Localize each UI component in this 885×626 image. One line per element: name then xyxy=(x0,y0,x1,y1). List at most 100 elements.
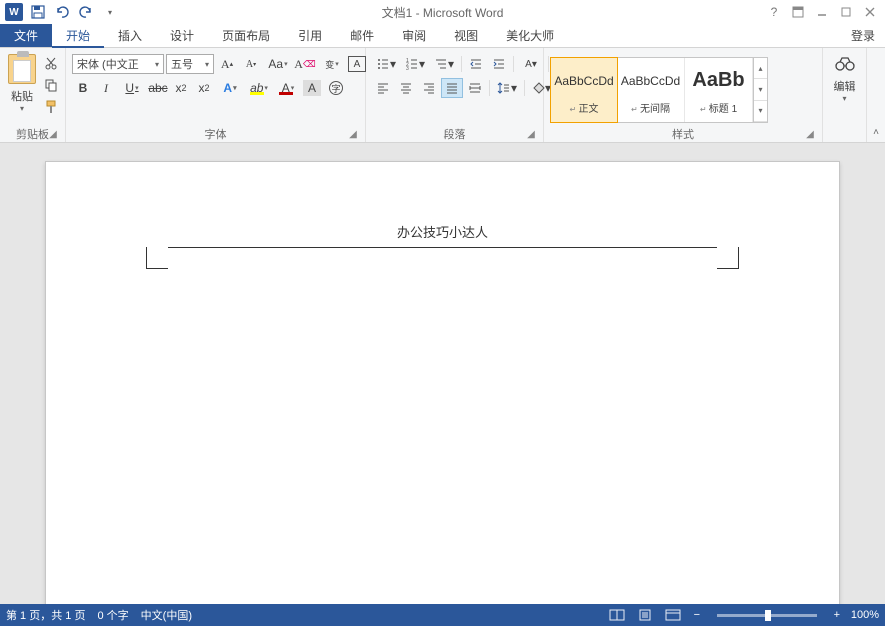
multilevel-list-button[interactable]: ▾ xyxy=(430,54,458,74)
paste-button[interactable]: 粘贴 ▾ xyxy=(4,50,40,113)
page[interactable]: 办公技巧小达人 xyxy=(45,161,840,604)
style-heading1[interactable]: AaBb 标题 1 xyxy=(685,58,753,122)
close-button[interactable] xyxy=(861,3,879,21)
paste-label: 粘贴 xyxy=(11,88,33,104)
save-button[interactable] xyxy=(28,2,48,22)
tab-beautify[interactable]: 美化大师 xyxy=(492,24,568,47)
font-name-combo[interactable]: 宋体 (中文正▾ xyxy=(72,54,164,74)
editing-label: 编辑 xyxy=(834,78,856,94)
bold-button[interactable]: B xyxy=(72,78,94,98)
tab-page-layout[interactable]: 页面布局 xyxy=(208,24,284,47)
quick-access-toolbar: W ▾ xyxy=(0,2,120,22)
increase-font-button[interactable]: A▴ xyxy=(216,54,238,74)
dialog-launcher[interactable]: ◢ xyxy=(525,129,537,141)
style-normal[interactable]: AaBbCcDd 正文 xyxy=(550,57,618,123)
align-justify-button[interactable] xyxy=(441,78,463,98)
tab-references[interactable]: 引用 xyxy=(284,24,336,47)
dialog-launcher[interactable]: ◢ xyxy=(347,129,359,141)
qat-customize-button[interactable]: ▾ xyxy=(100,2,120,22)
gallery-up-button[interactable]: ▴ xyxy=(754,58,767,79)
text-effects-button[interactable]: A▾ xyxy=(216,78,244,98)
tab-review[interactable]: 审阅 xyxy=(388,24,440,47)
align-right-button[interactable] xyxy=(418,78,440,98)
asian-layout-button[interactable]: A▾ xyxy=(517,54,545,74)
group-label: 段落◢ xyxy=(370,126,539,142)
app-icon[interactable]: W xyxy=(4,2,24,22)
font-color-button[interactable]: A▾ xyxy=(274,78,302,98)
style-preview: AaBb xyxy=(692,66,744,96)
header-divider xyxy=(146,247,739,269)
tab-view[interactable]: 视图 xyxy=(440,24,492,47)
header-text[interactable]: 办公技巧小达人 xyxy=(46,222,839,241)
style-preview: AaBbCcDd xyxy=(554,66,613,96)
italic-button[interactable]: I xyxy=(95,78,117,98)
decrease-indent-button[interactable] xyxy=(465,54,487,74)
style-name: 标题 1 xyxy=(700,100,737,115)
strikethrough-button[interactable]: abc xyxy=(147,78,169,98)
highlight-button[interactable]: ab▾ xyxy=(245,78,273,98)
align-center-button[interactable] xyxy=(395,78,417,98)
svg-text:3: 3 xyxy=(406,66,409,71)
style-no-spacing[interactable]: AaBbCcDd 无间隔 xyxy=(617,58,685,122)
zoom-out-button[interactable]: − xyxy=(691,609,703,621)
character-shading-button[interactable]: A xyxy=(303,80,321,96)
style-preview: AaBbCcDd xyxy=(621,66,680,96)
tab-insert[interactable]: 插入 xyxy=(104,24,156,47)
decrease-font-button[interactable]: A▾ xyxy=(240,54,262,74)
zoom-slider[interactable] xyxy=(717,614,817,617)
align-left-button[interactable] xyxy=(372,78,394,98)
zoom-in-button[interactable]: + xyxy=(831,609,843,621)
format-painter-button[interactable] xyxy=(42,98,60,116)
chevron-down-icon: ▾ xyxy=(842,94,846,103)
read-mode-button[interactable] xyxy=(607,607,627,623)
bullets-button[interactable]: ▾ xyxy=(372,54,400,74)
group-editing: 编辑 ▾ xyxy=(823,48,867,142)
phonetic-guide-button[interactable]: 变▾ xyxy=(318,54,346,74)
increase-indent-button[interactable] xyxy=(488,54,510,74)
cut-button[interactable] xyxy=(42,54,60,72)
language-indicator[interactable]: 中文(中国) xyxy=(141,607,192,623)
align-distributed-button[interactable] xyxy=(464,78,486,98)
title-bar: W ▾ 文档1 - Microsoft Word ? xyxy=(0,0,885,24)
ribbon-display-button[interactable] xyxy=(789,3,807,21)
copy-button[interactable] xyxy=(42,76,60,94)
maximize-button[interactable] xyxy=(837,3,855,21)
page-indicator[interactable]: 第 1 页，共 1 页 xyxy=(6,607,85,623)
chevron-down-icon: ▾ xyxy=(20,104,24,113)
word-count[interactable]: 0 个字 xyxy=(97,607,128,623)
editing-button[interactable]: 编辑 ▾ xyxy=(827,50,862,126)
tab-mailings[interactable]: 邮件 xyxy=(336,24,388,47)
underline-button[interactable]: U▾ xyxy=(118,78,146,98)
tab-home[interactable]: 开始 xyxy=(52,24,104,48)
help-button[interactable]: ? xyxy=(765,3,783,21)
binoculars-icon xyxy=(835,56,855,72)
redo-button[interactable] xyxy=(76,2,96,22)
style-gallery: AaBbCcDd 正文 AaBbCcDd 无间隔 AaBb 标题 1 ▴ ▾ ▾ xyxy=(550,57,768,123)
group-clipboard: 粘贴 ▾ 剪贴板◢ xyxy=(0,48,66,142)
paste-icon xyxy=(8,54,36,84)
dialog-launcher[interactable]: ◢ xyxy=(47,129,59,141)
change-case-button[interactable]: Aa▾ xyxy=(264,54,292,74)
login-link[interactable]: 登录 xyxy=(841,24,885,47)
minimize-button[interactable] xyxy=(813,3,831,21)
dialog-launcher[interactable]: ◢ xyxy=(804,129,816,141)
gallery-down-button[interactable]: ▾ xyxy=(754,79,767,100)
enclose-characters-button[interactable]: 字 xyxy=(322,78,350,98)
tab-design[interactable]: 设计 xyxy=(156,24,208,47)
superscript-button[interactable]: x2 xyxy=(193,78,215,98)
clear-formatting-button[interactable]: A⌫ xyxy=(294,54,316,74)
character-border-button[interactable]: A xyxy=(348,56,366,72)
zoom-level[interactable]: 100% xyxy=(851,609,879,621)
undo-button[interactable] xyxy=(52,2,72,22)
subscript-button[interactable]: x2 xyxy=(170,78,192,98)
web-layout-button[interactable] xyxy=(663,607,683,623)
font-size-combo[interactable]: 五号▾ xyxy=(166,54,214,74)
line-spacing-button[interactable]: ▾ xyxy=(493,78,521,98)
numbering-button[interactable]: 123▾ xyxy=(401,54,429,74)
gallery-more-button[interactable]: ▾ xyxy=(754,101,767,122)
document-area[interactable]: 办公技巧小达人 xyxy=(0,143,885,604)
group-label: 样式◢ xyxy=(548,126,818,142)
print-layout-button[interactable] xyxy=(635,607,655,623)
collapse-ribbon-button[interactable]: ˄ xyxy=(867,48,885,142)
file-tab[interactable]: 文件 xyxy=(0,24,52,47)
